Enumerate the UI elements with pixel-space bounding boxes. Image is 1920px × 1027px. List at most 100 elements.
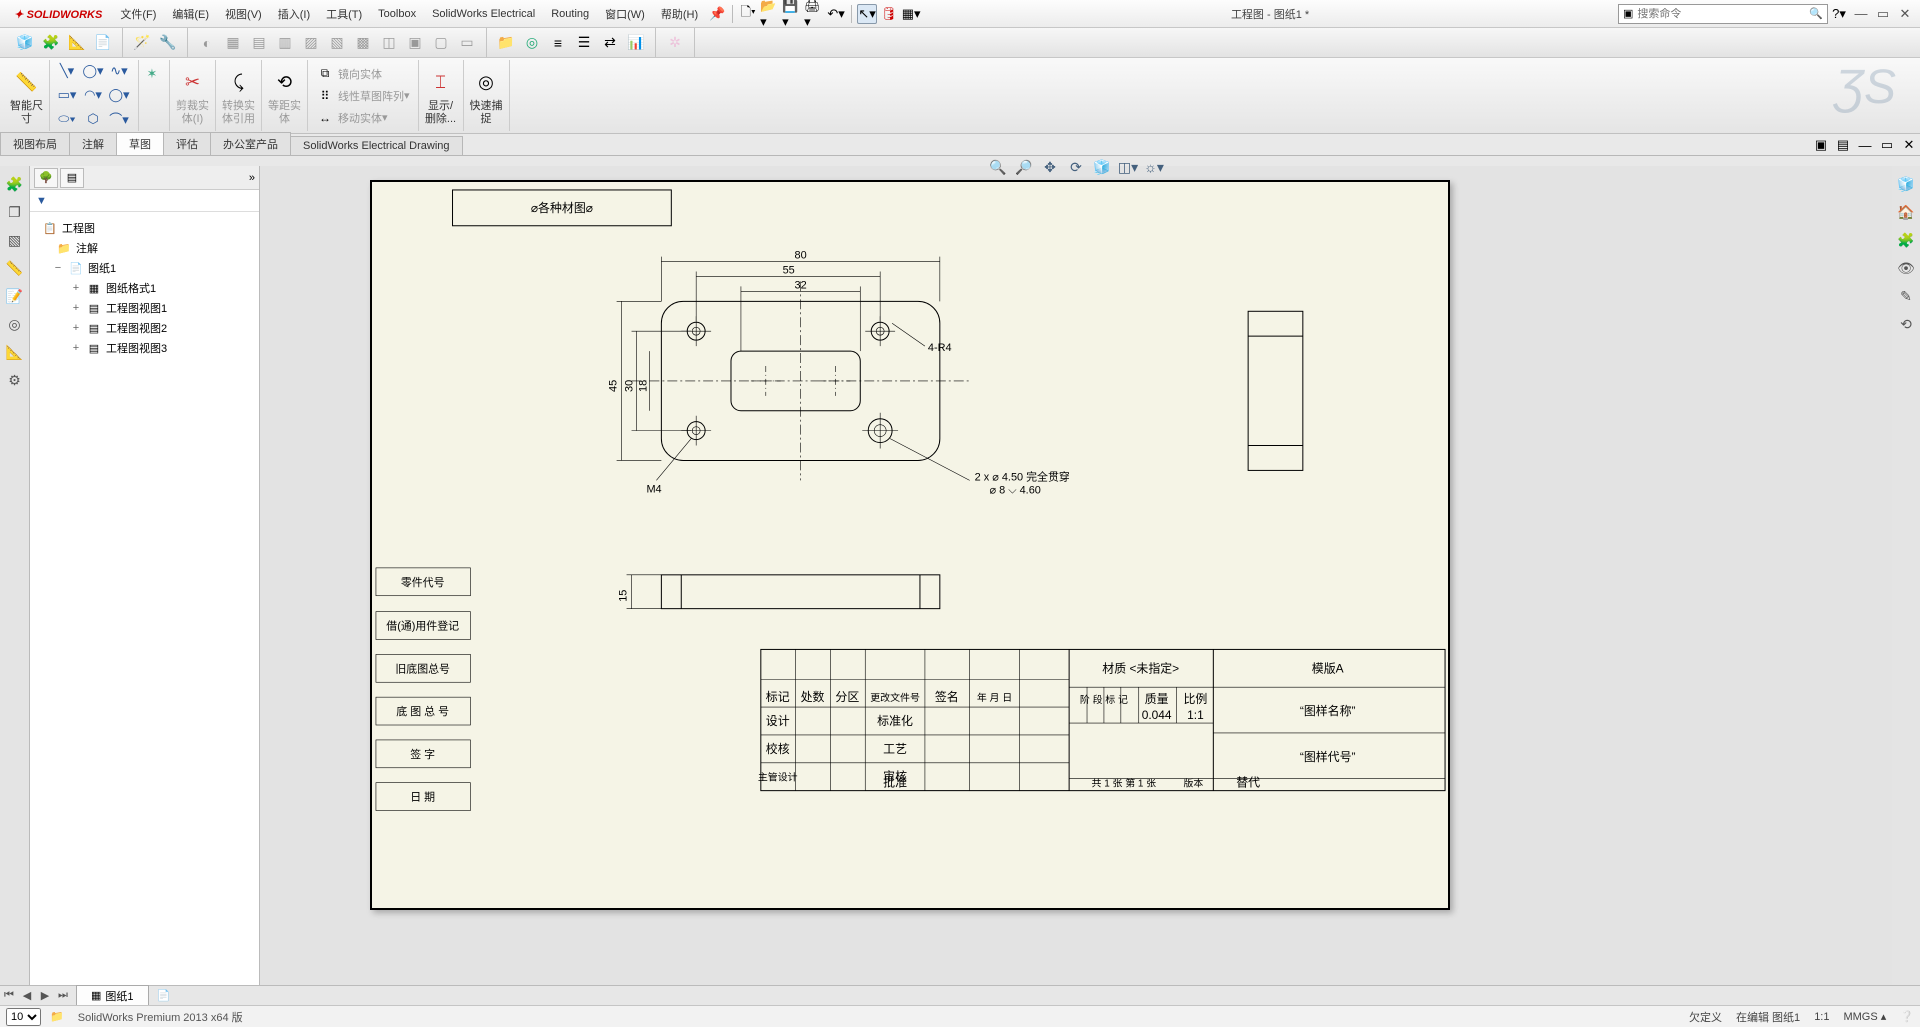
arc-icon[interactable]: ◠▾ bbox=[82, 85, 104, 105]
rb-offset[interactable]: ⟲ 等距实 体 bbox=[262, 60, 308, 131]
qb-grid-icon[interactable]: 📁 bbox=[495, 32, 517, 54]
spline-icon[interactable]: ∿▾ bbox=[108, 61, 130, 81]
zoomarea-icon[interactable]: 🔎 bbox=[1012, 156, 1036, 178]
rail-note-icon[interactable]: 📝 bbox=[4, 285, 26, 307]
shadow-icon[interactable]: ☼▾ bbox=[1142, 156, 1166, 178]
tab-next[interactable]: ▶ bbox=[36, 987, 54, 1005]
expand-toggle[interactable]: + bbox=[70, 322, 82, 334]
menu-file[interactable]: 文件(F) bbox=[112, 2, 164, 26]
drawing-sheet[interactable]: ⌀各种材图⌀ 80 55 bbox=[370, 180, 1450, 910]
layer-combo[interactable]: 10 bbox=[6, 1008, 41, 1026]
panel-collapse-icon[interactable]: » bbox=[249, 172, 255, 184]
select-icon[interactable]: ↖▾ bbox=[857, 4, 877, 24]
rb-move[interactable]: ↔移动实体 ▾ bbox=[316, 107, 410, 129]
rrail-2[interactable]: 🏠 bbox=[1895, 201, 1917, 223]
qb-new-part-icon[interactable]: 🧊 bbox=[14, 32, 36, 54]
tree-node-sheet1[interactable]: − 📄 图纸1 bbox=[34, 258, 255, 278]
tab-last[interactable]: ⏭ bbox=[54, 987, 72, 1005]
status-scale[interactable]: 1:1 bbox=[1814, 1011, 1829, 1023]
fillet-icon[interactable]: ⌒▾ bbox=[108, 109, 130, 129]
menu-help[interactable]: 帮助(H) bbox=[653, 2, 706, 26]
ellipse-icon[interactable]: ◯▾ bbox=[108, 85, 130, 105]
rb-convert[interactable]: ⤹ 转换实 体引用 bbox=[216, 60, 262, 131]
expand-toggle[interactable]: + bbox=[70, 342, 82, 354]
status-help-icon[interactable]: ❔ bbox=[1900, 1010, 1914, 1023]
menu-routing[interactable]: Routing bbox=[543, 4, 597, 24]
display-style-icon[interactable]: ◫▾ bbox=[1116, 156, 1140, 178]
tree-node-view2[interactable]: + ▤ 工程图视图2 bbox=[34, 318, 255, 338]
layer-icon[interactable]: 📁 bbox=[50, 1011, 64, 1023]
expand-toggle[interactable]: + bbox=[70, 282, 82, 294]
rail-dim-icon[interactable]: 📏 bbox=[4, 257, 26, 279]
command-search[interactable]: ▣ 🔍 bbox=[1618, 4, 1828, 24]
filter-bar[interactable]: ▼ bbox=[30, 190, 259, 212]
rb-mirror[interactable]: ⧉镜向实体 bbox=[316, 63, 410, 85]
qb-chart-icon[interactable]: 📊 bbox=[625, 32, 647, 54]
tab-annotate[interactable]: 注解 bbox=[69, 132, 117, 155]
rotate-icon[interactable]: ⟳ bbox=[1064, 156, 1088, 178]
panel-tab-tree[interactable]: 🌳 bbox=[34, 168, 58, 188]
tree-node-annot[interactable]: 📁 注解 bbox=[34, 238, 255, 258]
panel-min[interactable]: — bbox=[1855, 135, 1875, 155]
menu-swe[interactable]: SolidWorks Electrical bbox=[424, 4, 543, 24]
rb-trim[interactable]: ✂ 剪裁实 体(I) bbox=[170, 60, 216, 131]
restore-button[interactable]: ▭ bbox=[1872, 6, 1894, 22]
tab-office[interactable]: 办公室产品 bbox=[210, 132, 291, 155]
tab-viewlayout[interactable]: 视图布局 bbox=[0, 132, 70, 155]
tab-first[interactable]: ⏮ bbox=[0, 987, 18, 1005]
rail-assy-icon[interactable]: 🧩 bbox=[4, 173, 26, 195]
rail-draw-icon[interactable]: ▧ bbox=[4, 229, 26, 251]
new-icon[interactable]: 🗋▾ bbox=[738, 4, 758, 24]
tab-add[interactable]: 📄 bbox=[155, 987, 173, 1005]
rb-smartdim[interactable]: 📏 智能尺 寸 bbox=[4, 60, 50, 131]
tree-node-format1[interactable]: + ▦ 图纸格式1 bbox=[34, 278, 255, 298]
drawing-canvas[interactable]: 🔍 🔎 ✥ ⟳ 🧊 ◫▾ ☼▾ ⌀各种材图⌀ bbox=[260, 166, 1892, 985]
help-dropdown-icon[interactable]: ?▾ bbox=[1829, 4, 1849, 24]
rail-sym-icon[interactable]: ◎ bbox=[4, 313, 26, 335]
print-icon[interactable]: 🖨▾ bbox=[804, 4, 824, 24]
qb-wizard-icon[interactable]: 🪄 bbox=[131, 32, 153, 54]
rb-showhide[interactable]: ⌶ 显示/ 删除... bbox=[419, 60, 464, 131]
panel-tab-prop[interactable]: ▤ bbox=[60, 168, 84, 188]
rrail-3[interactable]: 🧩 bbox=[1895, 229, 1917, 251]
tab-swe-drawing[interactable]: SolidWorks Electrical Drawing bbox=[290, 136, 463, 155]
qb-l1-icon[interactable]: ≡ bbox=[547, 32, 569, 54]
panel-close[interactable]: ✕ bbox=[1899, 135, 1919, 155]
rb-pattern[interactable]: ⠿线性草图阵列 ▾ bbox=[316, 85, 410, 107]
status-units[interactable]: MMGS ▴ bbox=[1843, 1010, 1886, 1023]
section-icon[interactable]: 🧊 bbox=[1090, 156, 1114, 178]
rrail-1[interactable]: 🧊 bbox=[1895, 173, 1917, 195]
tree-root[interactable]: 📋 工程图 bbox=[34, 218, 255, 238]
rrail-4[interactable]: 👁 bbox=[1895, 257, 1917, 279]
minimize-button[interactable]: — bbox=[1850, 6, 1872, 21]
point-icon[interactable]: ✶ bbox=[141, 64, 163, 84]
qb-layer-icon[interactable]: ◎ bbox=[521, 32, 543, 54]
circle-icon[interactable]: ◯▾ bbox=[82, 61, 104, 81]
expand-toggle[interactable]: + bbox=[70, 302, 82, 314]
options-icon[interactable]: ▦▾ bbox=[901, 4, 921, 24]
expand-toggle[interactable]: − bbox=[52, 262, 64, 274]
open-icon[interactable]: 📂▾ bbox=[760, 4, 780, 24]
rebuild-icon[interactable]: 🛢 bbox=[879, 4, 899, 24]
qb-l2-icon[interactable]: ☰ bbox=[573, 32, 595, 54]
tab-prev[interactable]: ◀ bbox=[18, 987, 36, 1005]
tree-node-view3[interactable]: + ▤ 工程图视图3 bbox=[34, 338, 255, 358]
rect-icon[interactable]: ▭▾ bbox=[56, 85, 78, 105]
line-icon[interactable]: ╲▾ bbox=[56, 61, 78, 81]
tree-node-view1[interactable]: + ▤ 工程图视图1 bbox=[34, 298, 255, 318]
rail-gear-icon[interactable]: ⚙ bbox=[4, 369, 26, 391]
pan-icon[interactable]: ✥ bbox=[1038, 156, 1062, 178]
sheet-tab-1[interactable]: ▦ 图纸1 bbox=[76, 985, 149, 1007]
menu-insert[interactable]: 插入(I) bbox=[270, 2, 318, 26]
pin-icon[interactable]: 📌 bbox=[707, 4, 727, 24]
qb-addin-icon[interactable]: 🔧 bbox=[157, 32, 179, 54]
rail-ruler-icon[interactable]: 📐 bbox=[4, 341, 26, 363]
tab-evaluate[interactable]: 评估 bbox=[163, 132, 211, 155]
rb-snap[interactable]: ◎ 快速捕 捉 bbox=[464, 60, 510, 131]
menu-view[interactable]: 视图(V) bbox=[217, 2, 270, 26]
search-input[interactable] bbox=[1637, 8, 1809, 20]
search-icon[interactable]: 🔍 bbox=[1809, 7, 1823, 20]
slot-icon[interactable]: ⬭▾ bbox=[56, 109, 78, 129]
close-button[interactable]: ✕ bbox=[1894, 6, 1916, 22]
menu-edit[interactable]: 编辑(E) bbox=[164, 2, 217, 26]
